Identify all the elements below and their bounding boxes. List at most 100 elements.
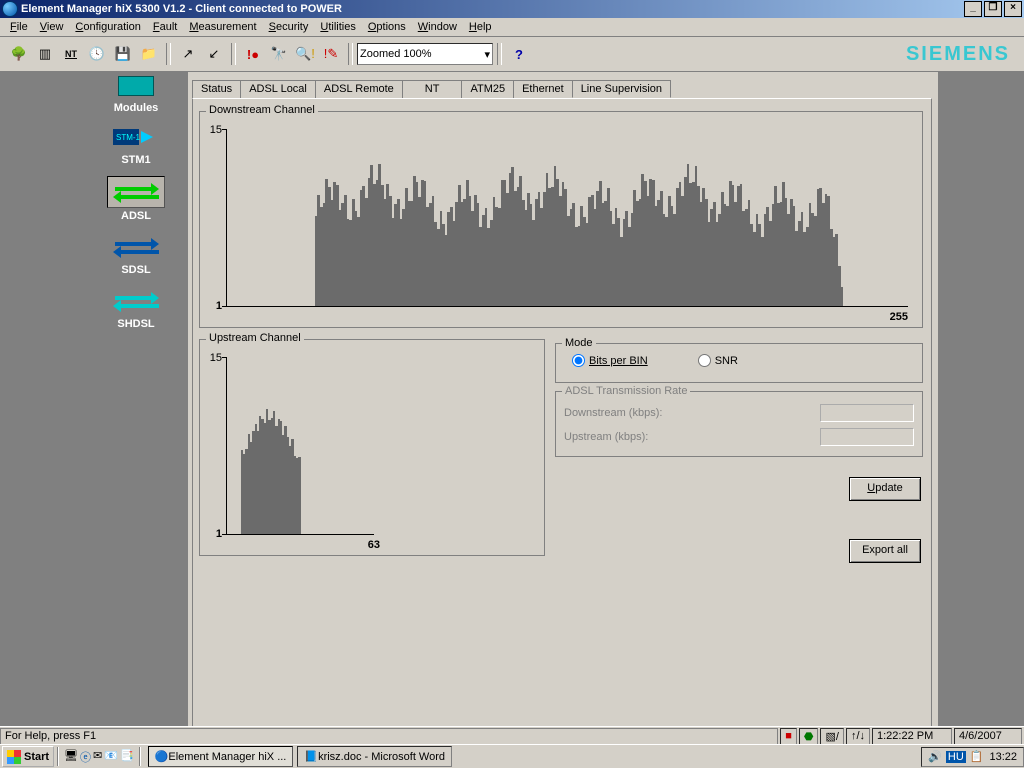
- menu-security[interactable]: Security: [263, 20, 315, 34]
- menu-file[interactable]: File: [4, 20, 34, 34]
- svg-text:STM-1: STM-1: [116, 133, 141, 142]
- status-led-green: ⬣: [799, 728, 819, 745]
- toolbar: 🌳 ▥ NT 🕓 💾 📁 ↗ ↙ !● 🔭 🔍! !✎ Zoomed 100%▾…: [0, 37, 1024, 72]
- downstream-title: Downstream Channel: [206, 104, 318, 116]
- tab-adsl-local[interactable]: ADSL Local: [240, 80, 316, 98]
- rate-up-label: Upstream (kbps):: [564, 431, 820, 443]
- downstream-chart: 15 1 255: [226, 129, 908, 307]
- rate-down-field: [820, 404, 914, 422]
- mode-snr-radio[interactable]: [698, 354, 711, 367]
- alert-red-icon[interactable]: !●: [241, 42, 265, 66]
- status-help: For Help, press F1: [0, 728, 778, 745]
- ql-desktop-icon[interactable]: 🖥: [64, 749, 78, 765]
- status-time: 1:22:22 PM: [872, 728, 952, 745]
- folder-icon[interactable]: 📁: [137, 42, 161, 66]
- mode-snr-label: SNR: [715, 355, 738, 367]
- module-sdsl-label: SDSL: [84, 264, 188, 276]
- tray-sched-icon[interactable]: 📋: [970, 750, 984, 763]
- modules-header: Modules: [84, 102, 188, 114]
- module-panel: Modules STM-1 STM1 ADSL SDSL SHDSL: [84, 72, 188, 734]
- tab-status[interactable]: Status: [192, 80, 241, 98]
- tab-panel: Downstream Channel 15 1 255 Upstream Cha…: [192, 98, 932, 728]
- rate-up-field: [820, 428, 914, 446]
- app-statusbar: For Help, press F1 ■ ⬣ ▧/ ↑/↓ 1:22:22 PM…: [0, 726, 1024, 745]
- mode-bits-label: Bits per BIN: [589, 355, 648, 367]
- module-shdsl[interactable]: [108, 286, 164, 316]
- rate-group: ADSL Transmission Rate Downstream (kbps)…: [555, 391, 923, 457]
- tab-nt[interactable]: NT: [402, 80, 463, 98]
- maximize-button[interactable]: ❐: [984, 1, 1002, 17]
- taskbar-app-word[interactable]: 📘 krisz.doc - Microsoft Word: [297, 746, 452, 767]
- menu-view[interactable]: View: [34, 20, 70, 34]
- menu-fault[interactable]: Fault: [147, 20, 183, 34]
- left-gutter: [0, 72, 84, 734]
- tab-atm25[interactable]: ATM25: [461, 80, 514, 98]
- upstream-title: Upstream Channel: [206, 332, 304, 344]
- bars-icon[interactable]: ▥: [33, 42, 57, 66]
- content-area: Status ADSL Local ADSL Remote NT ATM25 E…: [188, 72, 938, 734]
- status-updown-icon: ↑/↓: [846, 728, 870, 745]
- system-tray[interactable]: 🔊 HU 📋 13:22: [921, 747, 1024, 767]
- module-shdsl-label: SHDSL: [84, 318, 188, 330]
- export-button[interactable]: Export all: [849, 539, 921, 563]
- status-led-red: ■: [780, 728, 797, 745]
- start-button[interactable]: Start: [2, 746, 54, 767]
- module-sdsl[interactable]: [108, 232, 164, 262]
- app-icon: [2, 1, 18, 17]
- module-stm1-label: STM1: [84, 154, 188, 166]
- downstream-group: Downstream Channel 15 1 255: [199, 111, 923, 328]
- rate-title: ADSL Transmission Rate: [562, 385, 690, 397]
- mode-bits-radio[interactable]: [572, 354, 585, 367]
- status-date: 4/6/2007: [954, 728, 1022, 745]
- tab-adsl-remote[interactable]: ADSL Remote: [315, 80, 403, 98]
- tab-ethernet[interactable]: Ethernet: [513, 80, 573, 98]
- tray-lang[interactable]: HU: [946, 751, 966, 763]
- tray-sound-icon[interactable]: 🔊: [928, 750, 942, 763]
- chip-icon: [118, 76, 154, 96]
- menu-measurement[interactable]: Measurement: [183, 20, 262, 34]
- menu-help[interactable]: Help: [463, 20, 498, 34]
- close-button[interactable]: ×: [1004, 1, 1022, 17]
- module-adsl[interactable]: [107, 176, 165, 208]
- zoom-select[interactable]: Zoomed 100%▾: [357, 43, 493, 65]
- taskbar: Start 🖥 ⓔ ✉ 📧 📑 🔵 Element Manager hiX ..…: [0, 744, 1024, 768]
- window-title: Element Manager hiX 5300 V1.2 - Client c…: [21, 3, 342, 15]
- tab-strip: Status ADSL Local ADSL Remote NT ATM25 E…: [192, 80, 670, 98]
- taskbar-app-element-manager[interactable]: 🔵 Element Manager hiX ...: [148, 746, 294, 767]
- menu-options[interactable]: Options: [362, 20, 412, 34]
- disk-icon[interactable]: 💾: [111, 42, 135, 66]
- update-button[interactable]: Update: [849, 477, 921, 501]
- arrow-out-icon[interactable]: ↗: [176, 42, 200, 66]
- minimize-button[interactable]: _: [964, 1, 982, 17]
- window-titlebar: Element Manager hiX 5300 V1.2 - Client c…: [0, 0, 1024, 18]
- arrow-in-icon[interactable]: ↙: [202, 42, 226, 66]
- upstream-group: Upstream Channel 15 1 63: [199, 339, 545, 556]
- menu-configuration[interactable]: Configuration: [69, 20, 146, 34]
- rate-down-label: Downstream (kbps):: [564, 407, 820, 419]
- windows-icon: [7, 750, 21, 764]
- mode-title: Mode: [562, 337, 596, 349]
- tab-line-supervision[interactable]: Line Supervision: [572, 80, 671, 98]
- pencil-alert-icon[interactable]: !✎: [319, 42, 343, 66]
- mode-group: Mode Bits per BIN SNR: [555, 343, 923, 383]
- menu-bar: File View Configuration Fault Measuremen…: [0, 18, 1024, 37]
- quicklaunch: 🖥 ⓔ ✉ 📧 📑: [62, 749, 136, 765]
- clock-icon[interactable]: 🕓: [85, 42, 109, 66]
- binoculars-icon[interactable]: 🔭: [267, 42, 291, 66]
- nt-icon[interactable]: NT: [59, 42, 83, 66]
- search-icon[interactable]: 🔍!: [293, 42, 317, 66]
- tree-icon[interactable]: 🌳: [7, 42, 31, 66]
- ql-ie-icon[interactable]: ⓔ: [80, 749, 91, 765]
- module-adsl-label: ADSL: [84, 210, 188, 222]
- upstream-chart: 15 1 63: [226, 357, 374, 535]
- ql-mail-icon[interactable]: 📧: [104, 749, 118, 765]
- ql-docs-icon[interactable]: 📑: [120, 749, 134, 765]
- brand-logo: SIEMENS: [906, 43, 1018, 66]
- status-net-icon: ▧/: [820, 728, 843, 745]
- ql-outlook-icon[interactable]: ✉: [93, 749, 102, 765]
- module-stm1[interactable]: STM-1: [108, 122, 164, 152]
- tray-clock: 13:22: [989, 751, 1017, 763]
- menu-utilities[interactable]: Utilities: [314, 20, 361, 34]
- menu-window[interactable]: Window: [412, 20, 463, 34]
- help-icon[interactable]: ?: [507, 42, 531, 66]
